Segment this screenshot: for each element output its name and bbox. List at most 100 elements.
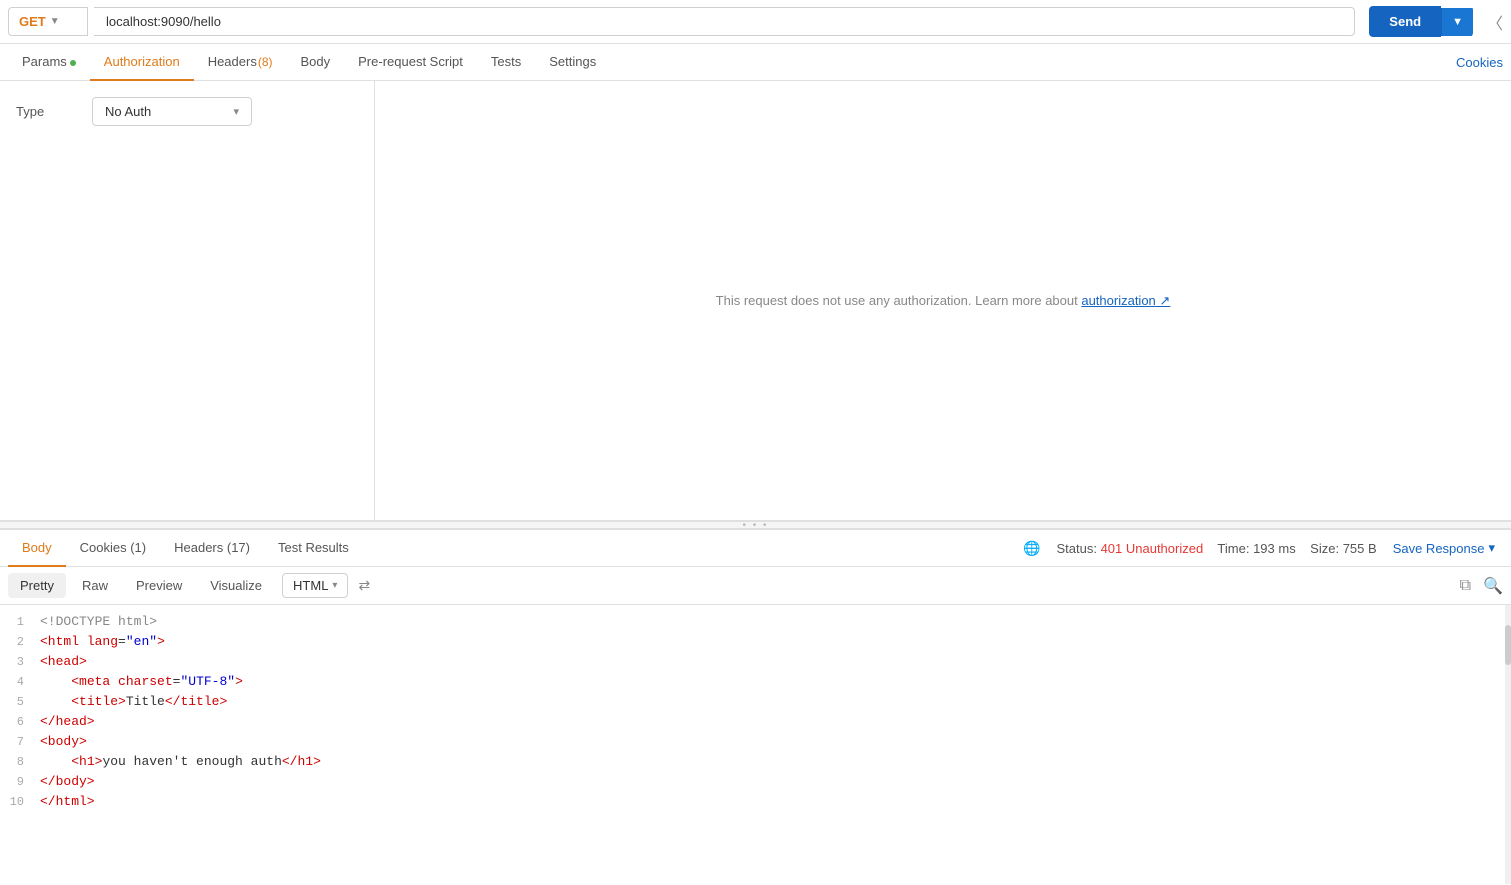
html-tag: </title> <box>165 694 227 709</box>
line-number: 6 <box>0 714 40 729</box>
no-auth-text: This request does not use any authorizat… <box>716 293 1082 308</box>
response-section: Body Cookies (1) Headers (17) Test Resul… <box>0 529 1511 884</box>
auth-left-panel: Type No Auth ▾ <box>0 81 375 520</box>
format-type-chevron: ▾ <box>332 580 337 591</box>
format-tab-preview[interactable]: Preview <box>124 573 194 598</box>
tab-tests[interactable]: Tests <box>477 44 535 81</box>
auth-right-panel: This request does not use any authorizat… <box>375 81 1511 520</box>
line-number: 3 <box>0 654 40 669</box>
tab-authorization[interactable]: Authorization <box>90 44 194 81</box>
line-number: 1 <box>0 614 40 629</box>
line-number: 2 <box>0 634 40 649</box>
code-line: 2<html lang="en"> <box>0 633 1511 653</box>
code-line: 5 <title>Title</title> <box>0 693 1511 713</box>
line-content: <!DOCTYPE html> <box>40 614 1511 629</box>
splitter[interactable]: • • • <box>0 521 1511 529</box>
code-panel[interactable]: 1<!DOCTYPE html>2<html lang="en">3<head>… <box>0 605 1511 884</box>
format-type-select[interactable]: HTML ▾ <box>282 573 348 598</box>
copy-button[interactable]: ⧉ <box>1460 577 1471 595</box>
code-line: 10</html> <box>0 793 1511 813</box>
method-chevron: ▼ <box>50 16 60 27</box>
line-content: </head> <box>40 714 1511 729</box>
code-line: 3<head> <box>0 653 1511 673</box>
method-select[interactable]: GET ▼ <box>8 7 88 36</box>
line-number: 9 <box>0 774 40 789</box>
response-tab-cookies[interactable]: Cookies (1) <box>66 530 160 567</box>
html-tag: </html> <box>40 794 95 809</box>
html-tag: <h1> <box>71 754 102 769</box>
code-line: 8 <h1>you haven't enough auth</h1> <box>0 753 1511 773</box>
send-dropdown-button[interactable]: ▼ <box>1441 8 1473 36</box>
format-tab-raw[interactable]: Raw <box>70 573 120 598</box>
size-label: Size: <box>1310 541 1339 556</box>
code-line: 4 <meta charset="UTF-8"> <box>0 673 1511 693</box>
format-actions: ⧉ 🔍 <box>1460 576 1503 596</box>
response-tab-headers[interactable]: Headers (17) <box>160 530 264 567</box>
tab-prerequest[interactable]: Pre-request Script <box>344 44 477 81</box>
code-lines: 1<!DOCTYPE html>2<html lang="en">3<head>… <box>0 613 1511 813</box>
status-label: Status: <box>1056 541 1096 556</box>
time-label: Time: <box>1217 541 1249 556</box>
html-tag: <meta <box>71 674 110 689</box>
wrap-icon[interactable]: ⇄ <box>358 577 370 594</box>
authorization-link[interactable]: authorization ↗ <box>1081 293 1170 308</box>
format-row: Pretty Raw Preview Visualize HTML ▾ ⇄ ⧉ … <box>0 567 1511 605</box>
html-tag: <head> <box>40 654 87 669</box>
cookies-link[interactable]: Cookies <box>1456 45 1503 80</box>
html-tag: <title> <box>71 694 126 709</box>
attr-name: charset <box>110 674 172 689</box>
save-response-button[interactable]: Save Response ▾ <box>1393 540 1495 556</box>
code-line: 7<body> <box>0 733 1511 753</box>
line-content: <head> <box>40 654 1511 669</box>
scrollbar-track <box>1505 605 1511 884</box>
line-number: 10 <box>0 794 40 809</box>
format-type-value: HTML <box>293 578 328 593</box>
scrollbar-thumb <box>1505 625 1511 665</box>
response-tab-test-results[interactable]: Test Results <box>264 530 363 567</box>
tab-body[interactable]: Body <box>287 44 345 81</box>
line-content: <html lang="en"> <box>40 634 1511 649</box>
attr-name: lang <box>79 634 118 649</box>
line-content: <meta charset="UTF-8"> <box>40 674 1511 689</box>
status-code: 401 Unauthorized <box>1101 541 1204 556</box>
tab-headers[interactable]: Headers(8) <box>194 44 287 81</box>
tab-settings[interactable]: Settings <box>535 44 610 81</box>
params-dot <box>70 60 76 66</box>
send-button[interactable]: Send <box>1369 6 1441 37</box>
response-status-area: 🌐 Status: 401 Unauthorized Time: 193 ms … <box>1023 540 1503 557</box>
format-tab-visualize[interactable]: Visualize <box>198 573 274 598</box>
html-tag: <html <box>40 634 79 649</box>
html-tag: </head> <box>40 714 95 729</box>
time-value: 193 ms <box>1253 541 1296 556</box>
text-content: Title <box>126 694 165 709</box>
format-tab-pretty[interactable]: Pretty <box>8 573 66 598</box>
html-tag: > <box>157 634 165 649</box>
text-content <box>40 754 71 769</box>
text-content <box>40 674 71 689</box>
status-badge: Status: 401 Unauthorized Time: 193 ms Si… <box>1056 541 1376 556</box>
text-content: = <box>118 634 126 649</box>
url-input[interactable] <box>94 7 1355 36</box>
auth-type-select[interactable]: No Auth ▾ <box>92 97 252 126</box>
code-line: 6</head> <box>0 713 1511 733</box>
method-label: GET <box>19 14 46 29</box>
doctype: <!DOCTYPE html> <box>40 614 157 629</box>
size-value: 755 B <box>1343 541 1377 556</box>
request-tabs: Params Authorization Headers(8) Body Pre… <box>0 44 1511 81</box>
line-number: 5 <box>0 694 40 709</box>
html-tag: <body> <box>40 734 87 749</box>
line-content: <title>Title</title> <box>40 694 1511 709</box>
code-line: 1<!DOCTYPE html> <box>0 613 1511 633</box>
line-number: 4 <box>0 674 40 689</box>
response-tab-body[interactable]: Body <box>8 530 66 567</box>
line-content: </body> <box>40 774 1511 789</box>
attr-value: "UTF-8" <box>180 674 235 689</box>
line-content: </html> <box>40 794 1511 809</box>
search-button[interactable]: 🔍 <box>1483 576 1503 596</box>
sidebar-toggle-icon[interactable]: 〈 <box>1487 10 1503 34</box>
type-row: Type No Auth ▾ <box>16 97 358 126</box>
globe-icon: 🌐 <box>1023 540 1040 557</box>
tab-params[interactable]: Params <box>8 44 90 81</box>
text-content <box>40 694 71 709</box>
type-label: Type <box>16 104 76 119</box>
